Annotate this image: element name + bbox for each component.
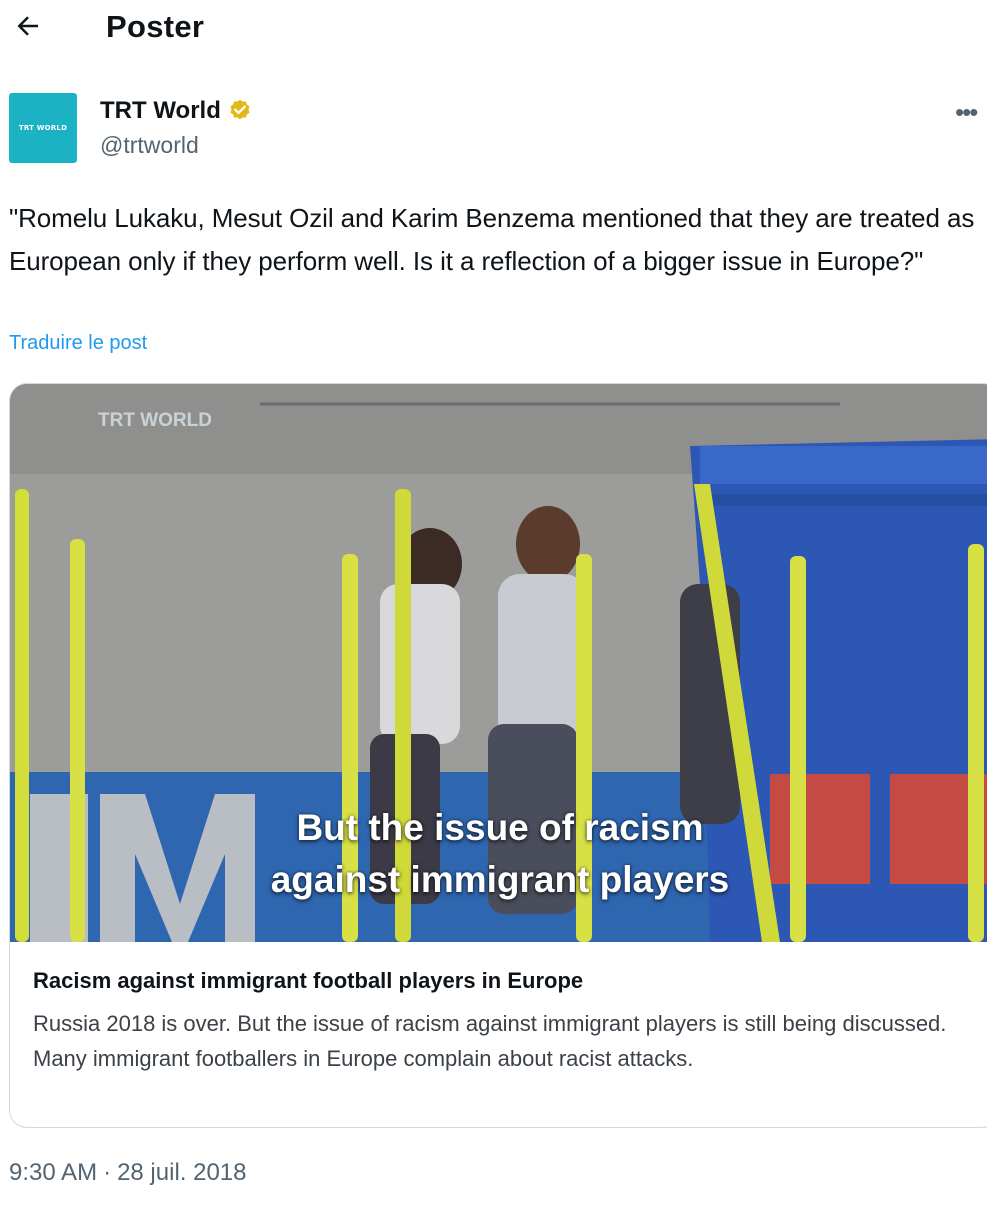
timestamp-separator: · <box>103 1159 112 1186</box>
arrow-left-icon <box>17 16 38 36</box>
post-date: 28 juil. 2018 <box>117 1159 247 1186</box>
verified-badge-icon[interactable] <box>227 98 253 124</box>
author-handle[interactable]: @trtworld <box>100 131 199 159</box>
video-caption-line-1: But the issue of racism <box>296 807 704 848</box>
back-button[interactable] <box>10 8 46 44</box>
video-caption: But the issue of racism against immigran… <box>10 802 987 906</box>
video-watermark: TRT WORLD <box>98 410 212 431</box>
video-thumbnail[interactable]: TRT WORLD But the issue of racism agains… <box>10 384 987 942</box>
page-title: Poster <box>106 9 205 44</box>
video-caption-line-2: against immigrant players <box>270 859 730 900</box>
more-options-button[interactable]: ••• <box>955 98 987 126</box>
author-name-row: TRT World <box>100 95 253 127</box>
avatar-logo-text: TRT WORLD <box>18 124 68 132</box>
translate-post-link[interactable]: Traduire le post <box>9 329 147 357</box>
top-bar: Poster <box>0 0 987 56</box>
post-timestamp[interactable]: 9:30 AM · 28 juil. 2018 <box>9 1157 247 1189</box>
post-text: "Romelu Lukaku, Mesut Ozil and Karim Ben… <box>9 203 975 276</box>
link-preview-card[interactable]: TRT WORLD But the issue of racism agains… <box>9 383 987 1128</box>
card-title[interactable]: Racism against immigrant football player… <box>33 966 583 996</box>
post-time: 9:30 AM <box>9 1159 98 1186</box>
avatar[interactable]: TRT WORLD <box>9 93 77 163</box>
more-dots-icon: ••• <box>955 98 978 126</box>
author-name[interactable]: TRT World <box>100 96 221 126</box>
card-description: Russia 2018 is over. But the issue of ra… <box>33 1011 947 1071</box>
